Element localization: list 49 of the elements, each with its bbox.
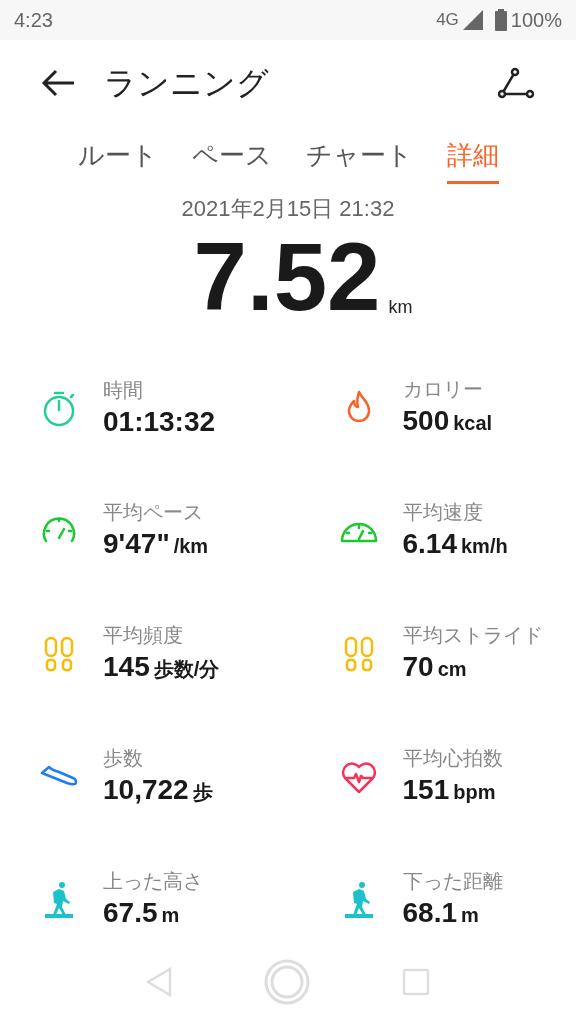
tab[interactable]: チャート <box>305 136 413 184</box>
stat-unit: /km <box>173 534 209 559</box>
stat-unit: m <box>461 903 479 928</box>
stat-label: 歩数 <box>103 746 144 770</box>
stat-value: 9'47" <box>103 528 170 560</box>
stat-unit: 歩数/分 <box>153 657 220 682</box>
stat-value: 6.14 <box>402 528 457 560</box>
nav-recents-button[interactable] <box>402 968 430 996</box>
network-type: 4G <box>436 9 459 32</box>
stat-label: カロリー <box>402 377 484 401</box>
battery-percent: 100% <box>510 8 562 33</box>
tab[interactable]: ペース <box>191 136 272 184</box>
nav-home-button[interactable] <box>264 959 310 1005</box>
stat-value: 145 <box>103 651 150 683</box>
tab[interactable]: ルート <box>77 136 158 184</box>
page-title: ランニング <box>104 64 269 103</box>
back-arrow-icon <box>41 69 75 97</box>
stat-value: 70 <box>402 651 434 683</box>
square-icon <box>402 968 430 996</box>
battery-icon <box>494 9 507 31</box>
stat-label: 平均心拍数 <box>402 746 503 770</box>
clock: 4:23 <box>14 8 53 33</box>
stat-unit: kcal <box>453 411 493 436</box>
stat-value: 10,722 <box>103 774 189 806</box>
distance-unit: km <box>388 296 413 319</box>
stat-unit: 歩 <box>192 780 213 805</box>
stat-value: 67.5 <box>103 897 158 929</box>
triangle-icon <box>146 967 172 997</box>
circle-icon <box>264 959 310 1005</box>
stat-label: 平均速度 <box>402 500 484 524</box>
route-nodes-icon <box>498 67 534 99</box>
distance-value: 7.52 <box>193 229 381 325</box>
workout-date: 2021年2月15日 21:32 <box>181 195 395 223</box>
signal-icon <box>462 10 483 30</box>
stat-unit: m <box>161 903 180 928</box>
stat-label: 時間 <box>103 377 144 402</box>
stat-unit: bpm <box>453 780 496 805</box>
stat-label: 平均頻度 <box>103 623 184 647</box>
stat-value: 01:13:32 <box>103 405 216 438</box>
stat-value: 151 <box>402 774 450 806</box>
stat-unit: cm <box>437 657 467 682</box>
stat-label: 平均ペース <box>103 500 204 524</box>
stat-label: 下った距離 <box>402 869 503 893</box>
stat-label: 平均ストライド <box>402 623 543 647</box>
stat-value: 500 <box>402 405 450 437</box>
stat-value: 68.1 <box>402 897 457 929</box>
stat-unit: km/h <box>461 534 508 559</box>
nav-back-button[interactable] <box>146 967 172 997</box>
stat-label: 上った高さ <box>103 869 203 893</box>
